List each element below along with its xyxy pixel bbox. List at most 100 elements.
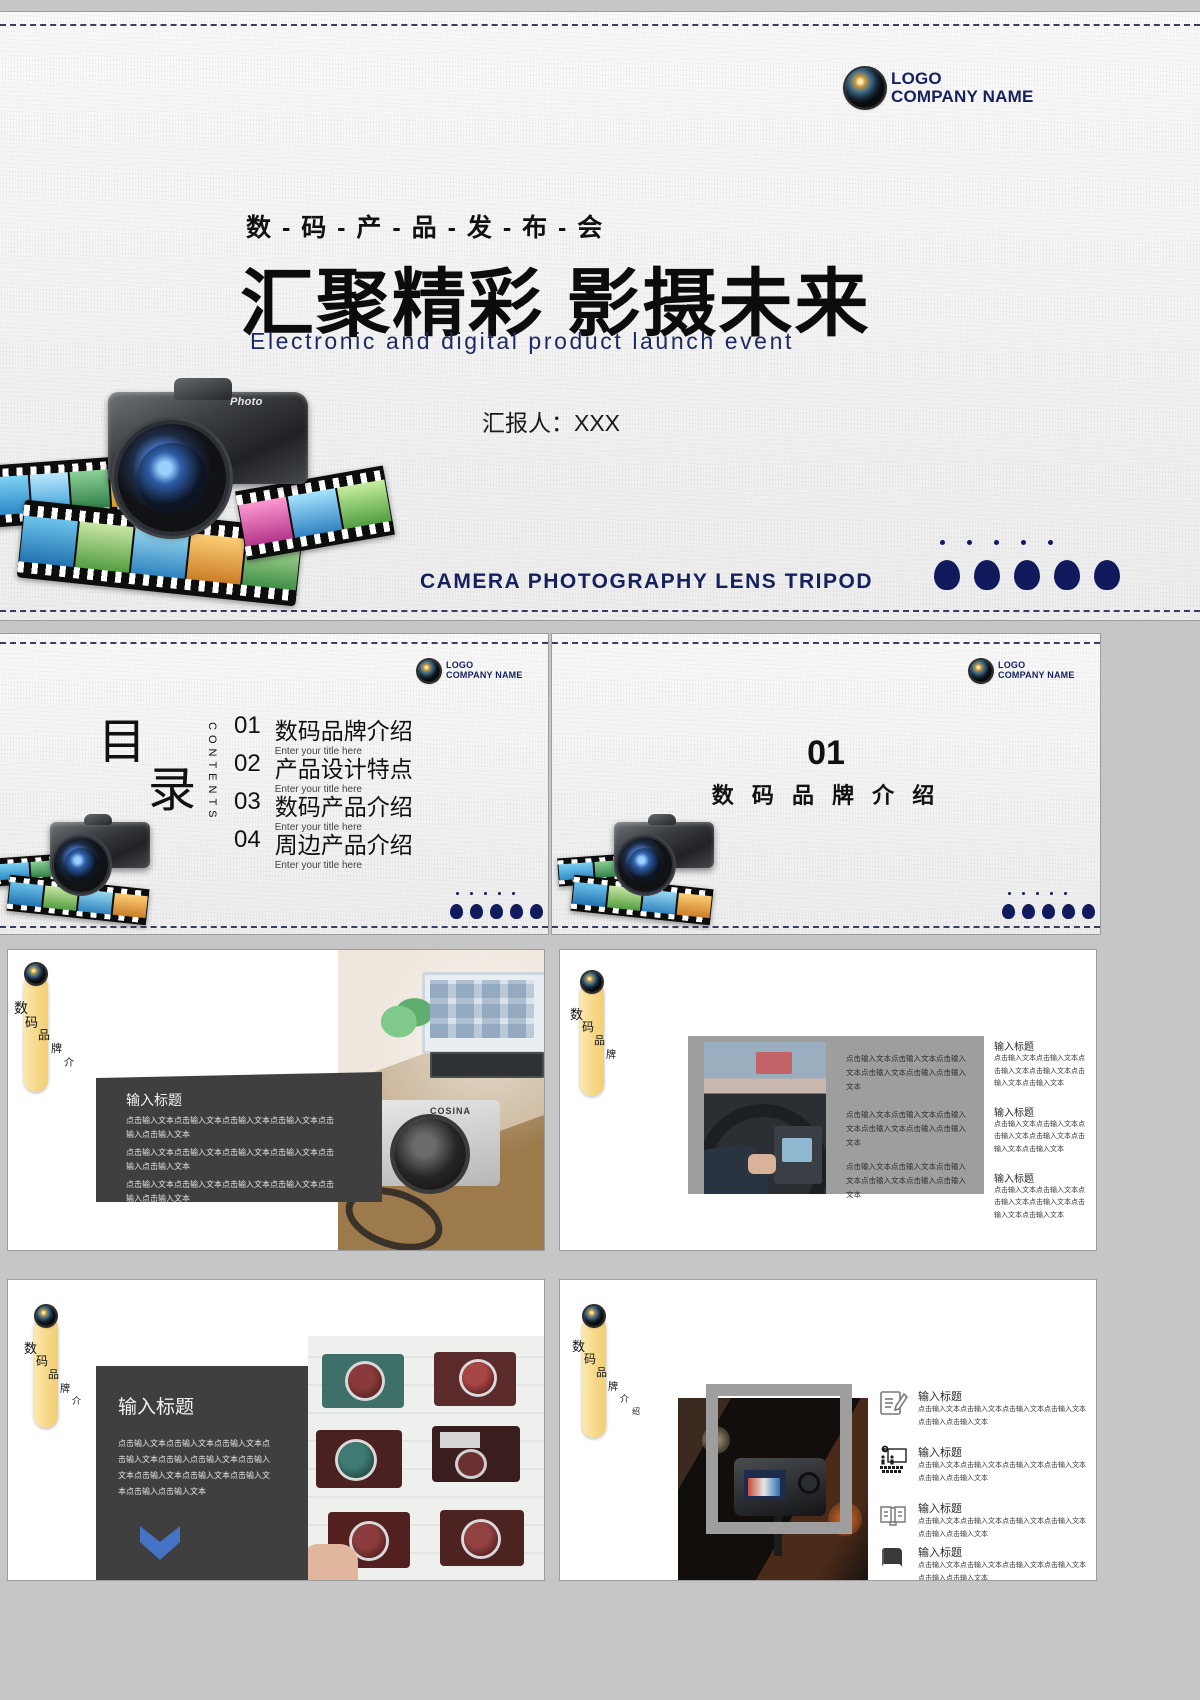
side-tab-char: 牌 (51, 1043, 62, 1055)
icon-item-body: 点击输入文本点击输入文本点击输入文本点击输入文本点击输入点击输入文本 (918, 1562, 1086, 1580)
big-dot (974, 560, 1000, 590)
mini-dot (1008, 892, 1011, 895)
toc-item-subtitle: Enter your title here (274, 860, 362, 871)
toc-item[interactable]: 04 周边产品介绍 Enter your title here (234, 826, 413, 871)
film-strip-left (0, 853, 67, 887)
card-paragraph: 点击输入文本点击输入文本点击输入文本点击输入文本点击输入点击输入文本 (126, 1116, 334, 1139)
icon-list-item[interactable]: ? 输入标题 点击输入文本点击输入文本点击输入文本点击输入文本点击输入点击输入文… (878, 1444, 1090, 1485)
icon-list-item[interactable]: 输入标题 点击输入文本点击输入文本点击输入文本点击输入文本点击输入点击输入文本 (878, 1500, 1090, 1541)
slide-content-driving: 数 码 品 牌 点击输入文本点击输入文本点击输入文本点击输入文本点击输入点击输入… (560, 950, 1096, 1250)
side-item: 输入标题 点击输入文本点击输入文本点击输入文本点击输入文本点击输入文本点击输入文… (994, 1038, 1090, 1091)
top-dashed-rule (0, 642, 548, 644)
big-dot (450, 904, 463, 919)
side-item-body: 点击输入文本点击输入文本点击输入文本点击输入文本点击输入文本点击输入文本 (994, 1120, 1085, 1153)
mini-dot (940, 540, 945, 545)
side-tab-char: 品 (596, 1367, 607, 1379)
brand-logo[interactable]: LOGO COMPANY NAME (845, 68, 1034, 108)
mini-dot-row (940, 540, 1053, 545)
big-dot (530, 904, 543, 919)
camera-lens-icon (845, 68, 885, 108)
gray-paragraph: 点击输入文本点击输入文本点击输入文本点击输入文本点击输入点击输入文本 (846, 1110, 966, 1147)
company-name: COMPANY NAME (446, 670, 523, 680)
icon-list-item[interactable]: 输入标题 点击输入文本点击输入文本点击输入文本点击输入文本点击输入点击输入文本 (878, 1388, 1090, 1429)
big-dot (1022, 904, 1035, 919)
mini-dot (994, 540, 999, 545)
film-strip-left (0, 454, 152, 528)
bottom-dashed-rule (0, 610, 1200, 612)
film-strip-left (557, 853, 631, 887)
big-dot-row (450, 904, 543, 919)
mini-dot (484, 892, 487, 895)
company-name: COMPANY NAME (998, 670, 1075, 680)
film-strip-right (235, 465, 395, 561)
mini-dot (498, 892, 501, 895)
mini-dot (1036, 892, 1039, 895)
big-dot (1054, 560, 1080, 590)
note-pencil-icon (878, 1388, 909, 1423)
side-tab-char: 介 (72, 1396, 82, 1406)
film-strip-bottom (6, 874, 150, 926)
camera-lens-icon (418, 660, 440, 682)
open-book-icon (878, 1500, 908, 1535)
camera-lens-icon (26, 964, 46, 984)
icon-item-body: 点击输入文本点击输入文本点击输入文本点击输入文本点击输入点击输入文本 (918, 1406, 1086, 1426)
gray-paragraph: 点击输入文本点击输入文本点击输入文本点击输入文本点击输入点击输入文本 (846, 1054, 966, 1091)
mini-dot (1021, 540, 1026, 545)
toc-item-title: 产品设计特点 (274, 756, 413, 782)
big-dot (1042, 904, 1055, 919)
keyword-line: CAMERA PHOTOGRAPHY LENS TRIPOD (420, 570, 873, 593)
toc-heading-char-2: 录 (148, 764, 197, 817)
toc-item-title: 数码品牌介绍 (274, 718, 413, 744)
content-card: 输入标题 点击输入文本点击输入文本点击输入文本点击输入文本点击输入点击输入文本点… (96, 1366, 308, 1580)
mini-dot (512, 892, 515, 895)
dslr-camera-icon: Photo (78, 378, 318, 552)
big-dot-row (1002, 904, 1095, 919)
big-dot (1014, 560, 1040, 590)
mini-dot (967, 540, 972, 545)
big-dot (470, 904, 483, 919)
side-tab-char: 牌 (608, 1382, 618, 1393)
slide-table-of-contents: LOGO COMPANY NAME 目 目 录 CONTENTS 01 数码品牌… (0, 634, 548, 934)
big-dot (1002, 904, 1015, 919)
toc-item-title: 数码产品介绍 (274, 794, 413, 820)
closed-book-icon (878, 1544, 908, 1579)
side-tab-char: 码 (36, 1354, 49, 1368)
side-item: 输入标题 点击输入文本点击输入文本点击输入文本点击输入文本点击输入文本点击输入文… (994, 1170, 1090, 1223)
chevron-down-icon[interactable] (140, 1526, 180, 1560)
icon-item-body: 点击输入文本点击输入文本点击输入文本点击输入文本点击输入点击输入文本 (918, 1462, 1086, 1482)
title-kicker: 数 - 码 - 产 - 品 - 发 - 布 - 会 (246, 214, 605, 242)
toc-item-number: 03 (234, 788, 261, 815)
icon-item-title: 输入标题 (918, 1503, 962, 1515)
camera-film-artwork: Photo (0, 378, 410, 620)
icon-item-title: 输入标题 (918, 1391, 962, 1403)
toc-item-title: 周边产品介绍 (274, 832, 413, 858)
side-item-body: 点击输入文本点击输入文本点击输入文本点击输入文本点击输入文本点击输入文本 (994, 1186, 1085, 1219)
toc-heading-char-1: 目 (98, 716, 147, 769)
camera-film-artwork (557, 814, 758, 934)
big-dot (934, 560, 960, 590)
side-item-title: 输入标题 (994, 1107, 1034, 1119)
content-card: 输入标题 点击输入文本点击输入文本点击输入文本点击输入文本点击输入点击输入文本 … (96, 1072, 382, 1202)
slide-section-divider-01: LOGO COMPANY NAME 01 数 码 品 牌 介 绍 (552, 634, 1100, 934)
presenter-line: 汇报人：XXX (482, 410, 621, 436)
toc-item-number: 04 (234, 826, 261, 853)
brand-logo[interactable]: LOGO COMPANY NAME (418, 660, 523, 682)
icon-list-item[interactable]: 输入标题 点击输入文本点击输入文本点击输入文本点击输入文本点击输入点击输入文本 (878, 1544, 1090, 1580)
big-dot (490, 904, 503, 919)
mini-dot-row (456, 892, 515, 895)
icon-item-title: 输入标题 (918, 1547, 962, 1559)
dslr-camera-icon (598, 814, 718, 902)
mini-dot (1048, 540, 1053, 545)
brand-logo[interactable]: LOGO COMPANY NAME (970, 660, 1075, 682)
mini-dot (1064, 892, 1067, 895)
camera-film-artwork (0, 814, 194, 934)
bottom-dashed-rule (552, 926, 1100, 928)
camera-lens-icon (584, 1306, 604, 1326)
slide-title: LOGO COMPANY NAME 数 - 码 - 产 - 品 - 发 - 布 … (0, 12, 1200, 620)
company-name: COMPANY NAME (891, 87, 1034, 106)
big-dot-row (934, 560, 1120, 590)
side-tab-char: 介 (620, 1394, 630, 1404)
mini-dot-row (1008, 892, 1067, 895)
bottom-dashed-rule (0, 926, 548, 928)
side-item-body: 点击输入文本点击输入文本点击输入文本点击输入文本点击输入文本点击输入文本 (994, 1055, 1085, 1088)
